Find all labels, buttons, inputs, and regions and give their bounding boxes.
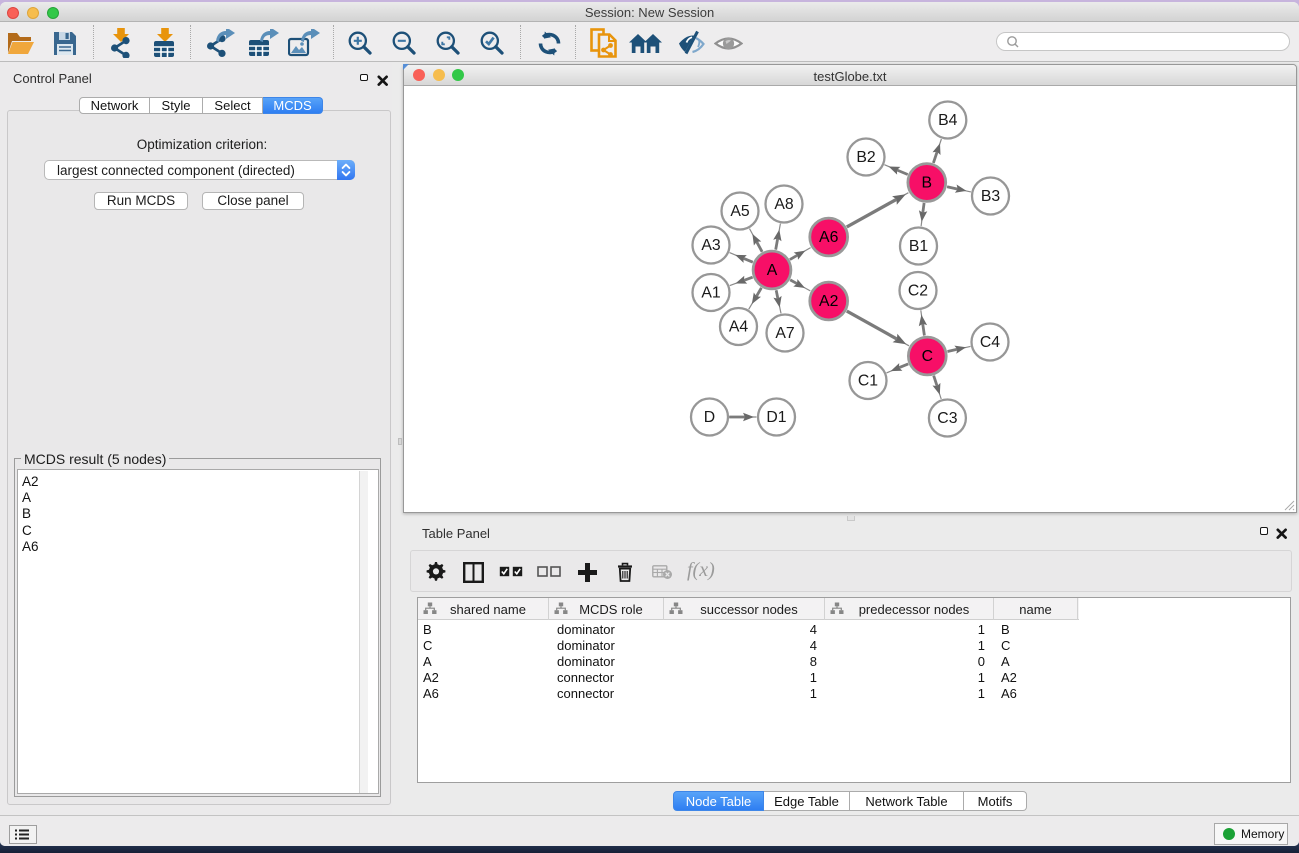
svg-text:D: D xyxy=(704,409,715,426)
svg-text:C4: C4 xyxy=(980,334,1000,351)
svg-text:A1: A1 xyxy=(701,285,721,302)
svg-text:C3: C3 xyxy=(937,410,957,427)
svg-text:D1: D1 xyxy=(766,409,786,426)
svg-text:B: B xyxy=(922,175,933,192)
svg-text:A7: A7 xyxy=(775,325,794,342)
svg-text:A2: A2 xyxy=(819,293,838,310)
svg-text:C: C xyxy=(922,348,933,365)
svg-text:C1: C1 xyxy=(858,373,878,390)
svg-text:B4: B4 xyxy=(938,112,958,129)
svg-text:A6: A6 xyxy=(819,229,839,246)
svg-text:B2: B2 xyxy=(856,149,875,166)
svg-text:C2: C2 xyxy=(908,283,928,300)
svg-text:A5: A5 xyxy=(730,203,750,220)
svg-text:B3: B3 xyxy=(981,188,1001,205)
svg-text:A: A xyxy=(767,262,778,279)
svg-text:B1: B1 xyxy=(909,238,929,255)
svg-text:A8: A8 xyxy=(774,196,794,213)
svg-text:A4: A4 xyxy=(729,319,749,336)
svg-text:A3: A3 xyxy=(701,237,721,254)
